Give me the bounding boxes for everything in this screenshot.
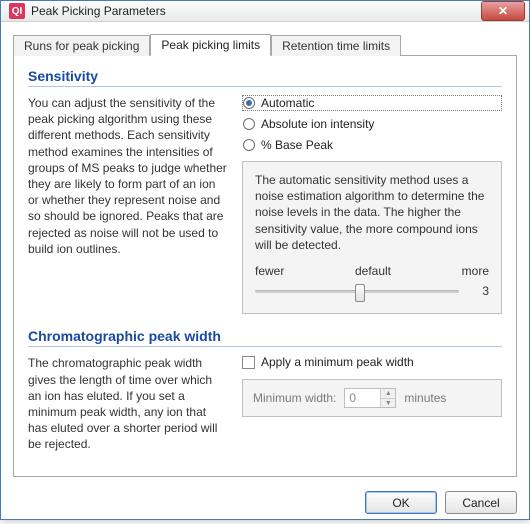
- radio-icon: [243, 139, 255, 151]
- minimum-width-unit: minutes: [404, 391, 446, 405]
- chrom-section: The chromatographic peak width gives the…: [28, 355, 502, 452]
- minimum-width-row: Minimum width: 0 ▲ ▼ minutes: [242, 379, 502, 417]
- minimum-width-label: Minimum width:: [253, 391, 336, 405]
- radio-automatic[interactable]: Automatic: [242, 95, 502, 111]
- checkbox-label: Apply a minimum peak width: [261, 355, 414, 369]
- slider-labels: fewer default more: [255, 263, 489, 279]
- spinner[interactable]: ▲ ▼: [380, 389, 395, 407]
- divider: [28, 86, 502, 87]
- tab-peak-picking-limits[interactable]: Peak picking limits: [150, 34, 271, 56]
- radio-label: Automatic: [261, 96, 314, 110]
- radio-label: Absolute ion intensity: [261, 117, 374, 131]
- app-icon: QI: [9, 3, 25, 19]
- slider-label-more: more: [462, 263, 489, 279]
- checkbox-icon: [242, 356, 255, 369]
- sensitivity-section: You can adjust the sensitivity of the pe…: [28, 95, 502, 314]
- chrom-description: The chromatographic peak width gives the…: [28, 355, 228, 452]
- apply-min-width-checkbox[interactable]: Apply a minimum peak width: [242, 355, 502, 369]
- tab-retention-time-limits[interactable]: Retention time limits: [271, 35, 401, 56]
- radio-percent-base-peak[interactable]: % Base Peak: [242, 137, 502, 153]
- sensitivity-description: You can adjust the sensitivity of the pe…: [28, 95, 228, 314]
- ok-button[interactable]: OK: [365, 491, 437, 514]
- tab-runs-for-peak-picking[interactable]: Runs for peak picking: [13, 35, 150, 56]
- chrom-heading: Chromatographic peak width: [28, 328, 502, 344]
- radio-icon: [243, 97, 255, 109]
- close-icon: ✕: [498, 4, 508, 18]
- slider-thumb[interactable]: [355, 284, 365, 302]
- dialog-window: QI Peak Picking Parameters ✕ Runs for pe…: [0, 0, 530, 520]
- cancel-button[interactable]: Cancel: [445, 491, 517, 514]
- slider-label-fewer: fewer: [255, 263, 284, 279]
- dialog-footer: OK Cancel: [1, 483, 529, 524]
- sensitivity-info-text: The automatic sensitivity method uses a …: [255, 172, 489, 253]
- divider: [28, 346, 502, 347]
- minimum-width-value: 0: [349, 391, 356, 405]
- radio-icon: [243, 118, 255, 130]
- sensitivity-heading: Sensitivity: [28, 68, 502, 84]
- slider-track: [255, 290, 459, 293]
- close-button[interactable]: ✕: [481, 1, 525, 21]
- window-title: Peak Picking Parameters: [31, 4, 481, 18]
- chrom-controls: Apply a minimum peak width Minimum width…: [242, 355, 502, 452]
- sensitivity-info-box: The automatic sensitivity method uses a …: [242, 161, 502, 314]
- sensitivity-controls: Automatic Absolute ion intensity % Base …: [242, 95, 502, 314]
- spinner-down-icon[interactable]: ▼: [381, 399, 395, 408]
- tabstrip: Runs for peak picking Peak picking limit…: [13, 32, 517, 55]
- slider-label-default: default: [355, 263, 391, 279]
- titlebar: QI Peak Picking Parameters ✕: [1, 1, 529, 22]
- slider-value: 3: [469, 283, 489, 299]
- sensitivity-slider[interactable]: 3: [255, 283, 489, 299]
- tab-panel: Sensitivity You can adjust the sensitivi…: [13, 55, 517, 477]
- content-area: Runs for peak picking Peak picking limit…: [1, 22, 529, 483]
- radio-label: % Base Peak: [261, 138, 333, 152]
- radio-absolute-ion-intensity[interactable]: Absolute ion intensity: [242, 116, 502, 132]
- spinner-up-icon[interactable]: ▲: [381, 389, 395, 399]
- minimum-width-input[interactable]: 0 ▲ ▼: [344, 388, 396, 408]
